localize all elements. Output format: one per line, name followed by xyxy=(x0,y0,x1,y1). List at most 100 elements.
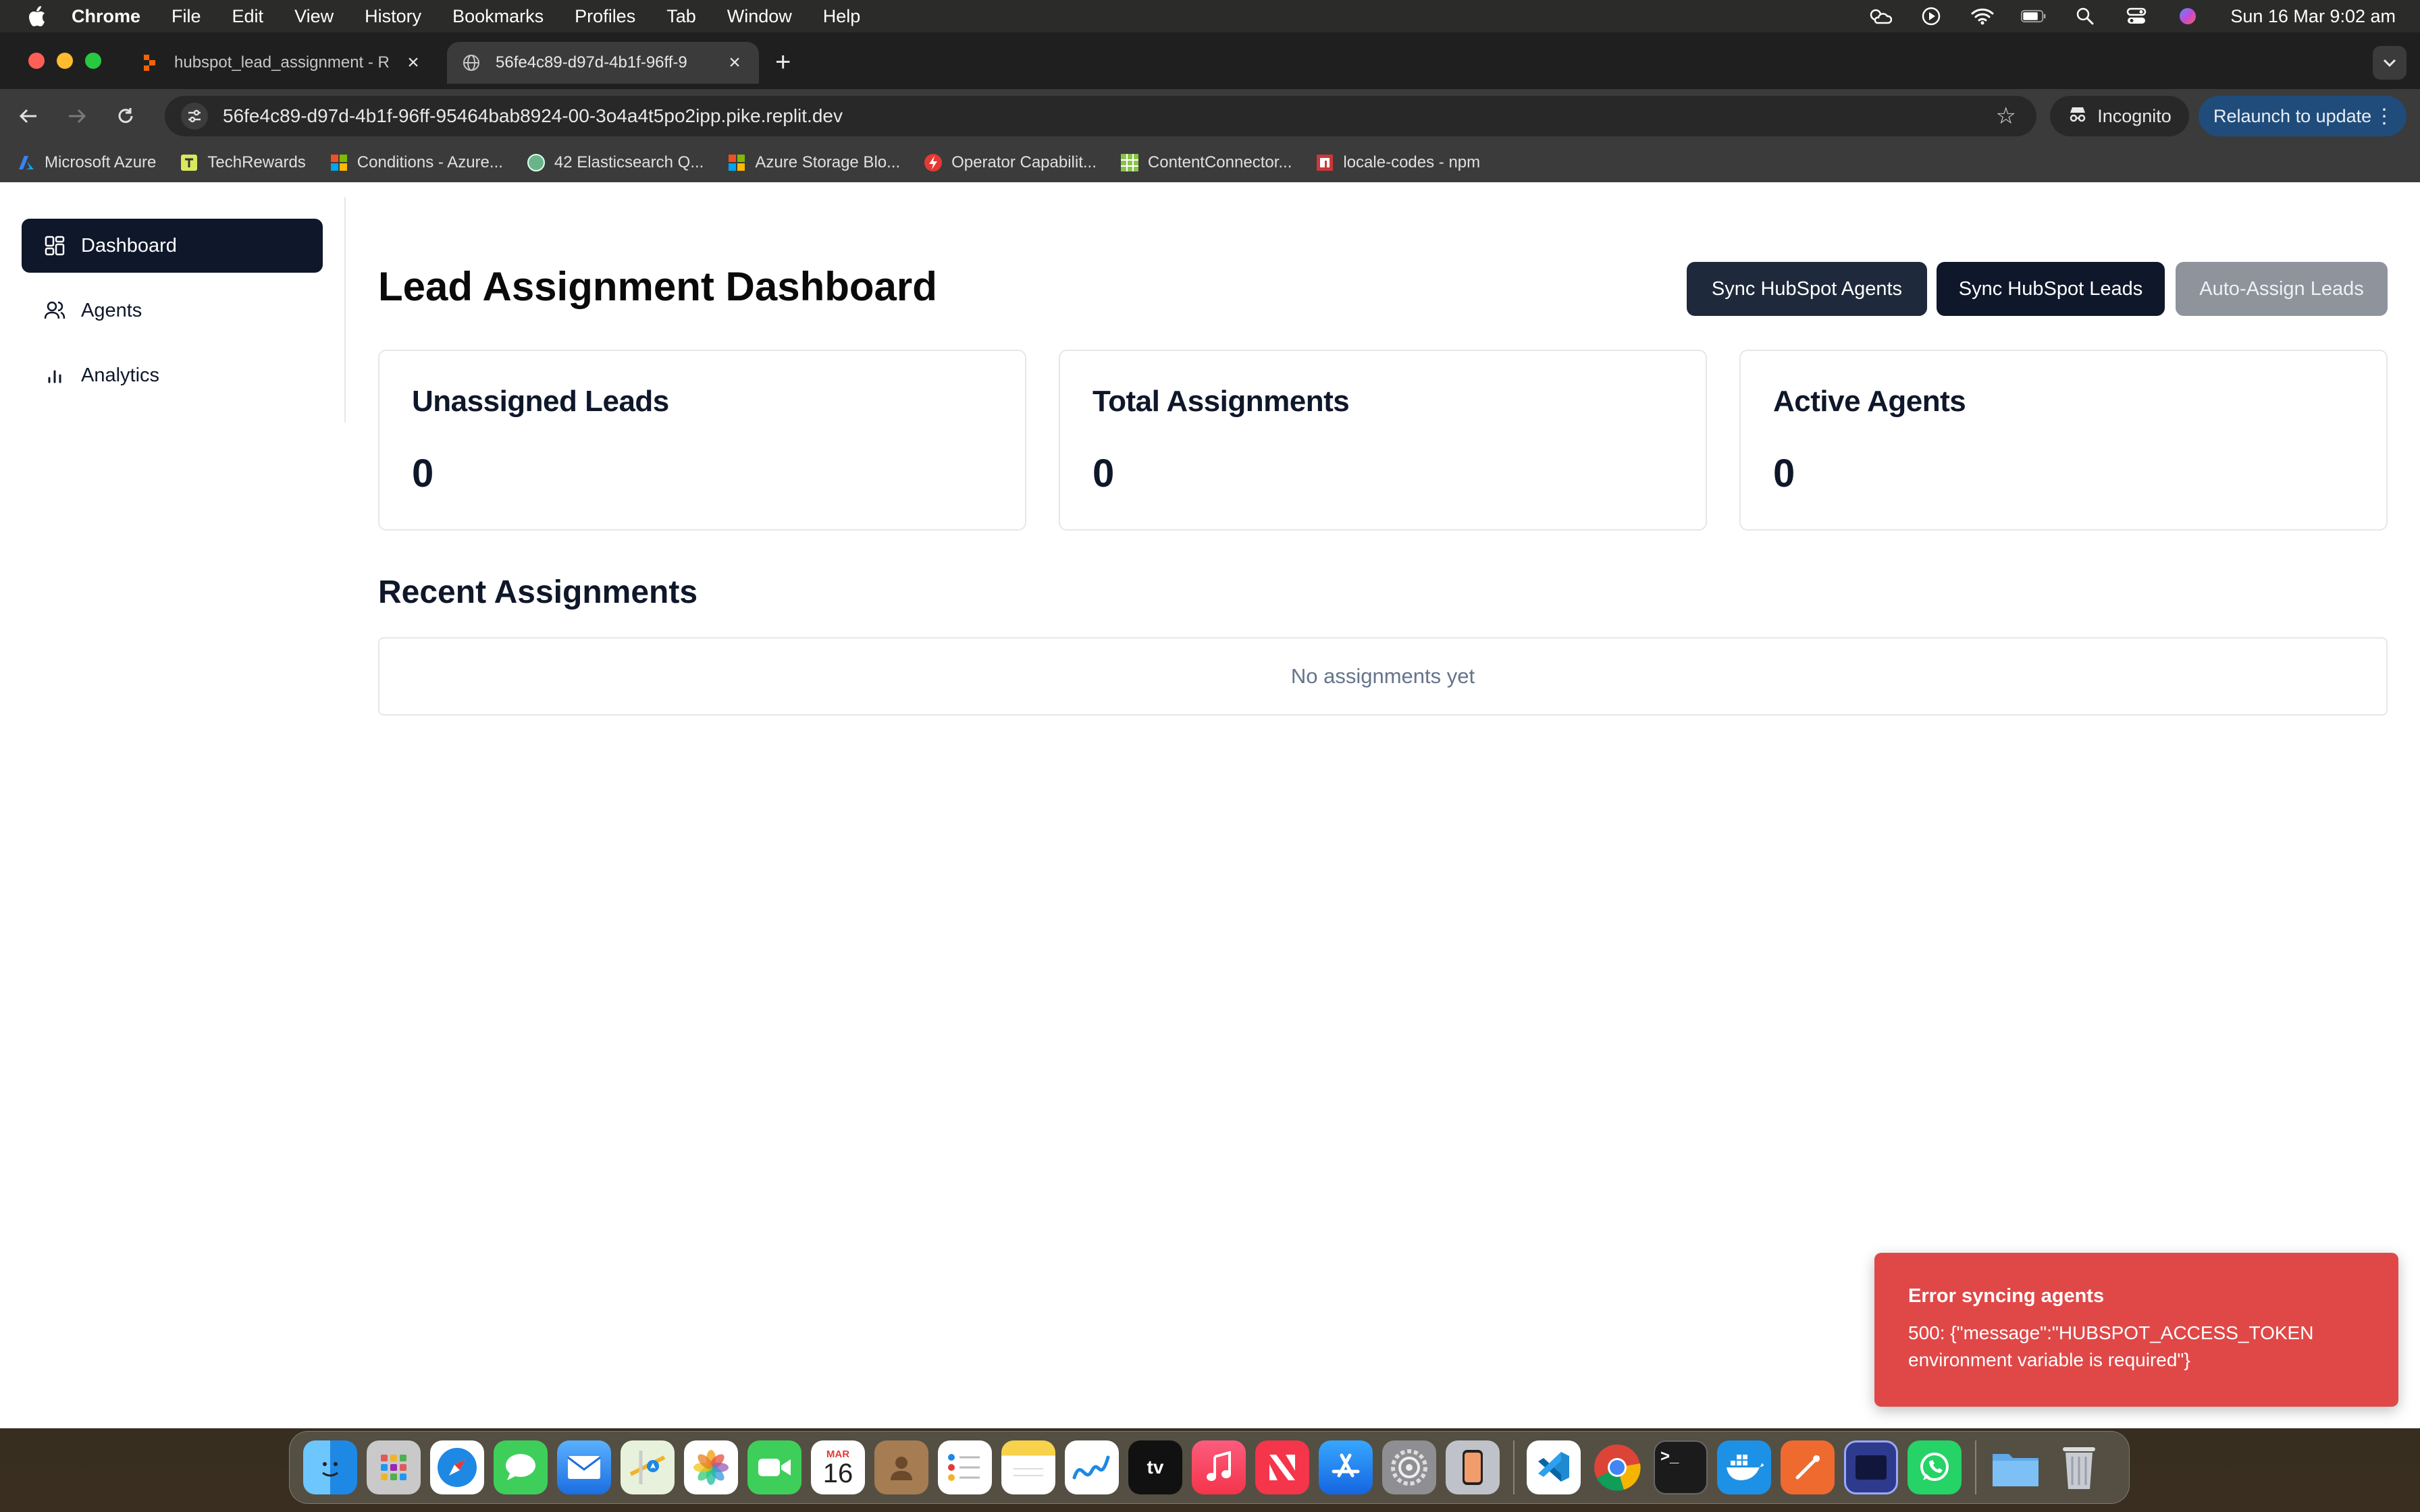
menu-history[interactable]: History xyxy=(365,6,421,27)
tab-hubspot-lead-assignment[interactable]: hubspot_lead_assignment - R × xyxy=(126,42,438,84)
menu-view[interactable]: View xyxy=(294,6,334,27)
play-icon[interactable] xyxy=(1918,7,1944,26)
bookmark-contentconnector[interactable]: ContentConnector... xyxy=(1120,153,1292,173)
battery-icon[interactable] xyxy=(2021,7,2047,26)
techrewards-icon xyxy=(179,153,199,173)
music-icon[interactable] xyxy=(1192,1440,1246,1494)
bookmark-techrewards[interactable]: TechRewards xyxy=(179,153,306,173)
reminders-icon[interactable] xyxy=(938,1440,992,1494)
spotlight-search-icon[interactable] xyxy=(2072,7,2098,26)
preview-icon[interactable] xyxy=(1844,1440,1898,1494)
stat-card-value: 0 xyxy=(412,452,434,495)
bookmark-microsoft-azure[interactable]: Microsoft Azure xyxy=(16,153,156,173)
menu-edit[interactable]: Edit xyxy=(232,6,264,27)
calendar-icon[interactable]: MAR 16 xyxy=(811,1440,865,1494)
dock-separator xyxy=(1513,1440,1515,1494)
globe-icon xyxy=(462,53,481,72)
error-toast[interactable]: Error syncing agents 500: {"message":"HU… xyxy=(1874,1253,2398,1407)
bookmark-azure-storage[interactable]: Azure Storage Blo... xyxy=(727,153,900,173)
bookmark-star-icon[interactable]: ☆ xyxy=(1996,103,2016,130)
back-arrow-icon[interactable] xyxy=(15,103,42,130)
relaunch-to-update-button[interactable]: Relaunch to update ⋮ xyxy=(2199,96,2406,136)
more-menu-icon[interactable]: ⋮ xyxy=(2374,105,2394,128)
relaunch-label: Relaunch to update xyxy=(2213,105,2372,126)
facetime-icon[interactable] xyxy=(747,1440,801,1494)
menu-profiles[interactable]: Profiles xyxy=(575,6,635,27)
apple-icon[interactable] xyxy=(27,5,47,27)
bar-chart-icon xyxy=(43,364,66,387)
close-tab-icon[interactable]: × xyxy=(725,51,744,74)
new-tab-icon[interactable]: + xyxy=(775,49,791,76)
iphone-mirroring-icon[interactable] xyxy=(1446,1440,1500,1494)
minimize-window-button[interactable] xyxy=(57,53,73,69)
sync-hubspot-leads-button[interactable]: Sync HubSpot Leads xyxy=(1937,262,2165,316)
notes-icon[interactable] xyxy=(1001,1440,1055,1494)
menu-help[interactable]: Help xyxy=(823,6,861,27)
site-settings-icon[interactable] xyxy=(181,103,208,130)
terminal-icon[interactable]: >_ xyxy=(1654,1440,1708,1494)
menu-window[interactable]: Window xyxy=(727,6,792,27)
grid-icon xyxy=(1120,153,1140,173)
empty-state-text: No assignments yet xyxy=(1290,664,1475,688)
app-store-icon[interactable] xyxy=(1319,1440,1373,1494)
apple-tv-icon[interactable]: tv xyxy=(1128,1440,1182,1494)
stat-card-title: Active Agents xyxy=(1773,385,1966,418)
vscode-icon[interactable] xyxy=(1527,1440,1581,1494)
control-center-icon[interactable] xyxy=(2124,7,2149,26)
chrome-icon[interactable] xyxy=(1590,1440,1644,1494)
bookmark-elasticsearch[interactable]: 42 Elasticsearch Q... xyxy=(526,153,704,173)
contacts-icon[interactable] xyxy=(874,1440,928,1494)
sync-hubspot-agents-button[interactable]: Sync HubSpot Agents xyxy=(1687,262,1927,316)
browser-toolbar: 56fe4c89-d97d-4b1f-96ff-95464bab8924-00-… xyxy=(0,89,2420,143)
close-tab-icon[interactable]: × xyxy=(404,51,423,74)
menu-bookmarks[interactable]: Bookmarks xyxy=(452,6,544,27)
weather-icon[interactable] xyxy=(1867,7,1893,26)
launchpad-icon[interactable] xyxy=(367,1440,421,1494)
menu-file[interactable]: File xyxy=(172,6,201,27)
sidebar-item-dashboard[interactable]: Dashboard xyxy=(22,219,323,273)
tab-replit-dev-active[interactable]: 56fe4c89-d97d-4b1f-96ff-9 × xyxy=(447,42,759,84)
auto-assign-leads-button[interactable]: Auto-Assign Leads xyxy=(2176,262,2388,316)
safari-icon[interactable] xyxy=(430,1440,484,1494)
freeform-icon[interactable] xyxy=(1065,1440,1119,1494)
incognito-indicator[interactable]: Incognito xyxy=(2050,96,2189,136)
news-icon[interactable] xyxy=(1255,1440,1309,1494)
zoom-window-button[interactable] xyxy=(85,53,101,69)
stat-card-total-assignments: Total Assignments 0 xyxy=(1059,350,1707,531)
tab-title: 56fe4c89-d97d-4b1f-96ff-9 xyxy=(496,53,687,72)
stat-card-unassigned-leads: Unassigned Leads 0 xyxy=(378,350,1026,531)
photos-icon[interactable] xyxy=(684,1440,738,1494)
calendar-day: 16 xyxy=(822,1458,853,1488)
messages-icon[interactable] xyxy=(494,1440,548,1494)
menubar-clock[interactable]: Sun 16 Mar 9:02 am xyxy=(2230,6,2396,27)
wifi-icon[interactable] xyxy=(1970,7,1995,26)
address-bar[interactable]: 56fe4c89-d97d-4b1f-96ff-95464bab8924-00-… xyxy=(165,96,2036,136)
sidebar-item-analytics[interactable]: Analytics xyxy=(22,348,323,402)
siri-icon[interactable] xyxy=(2175,7,2201,26)
maps-icon[interactable] xyxy=(621,1440,675,1494)
menu-tab[interactable]: Tab xyxy=(666,6,696,27)
stat-card-value: 0 xyxy=(1773,452,1795,495)
tab-title: hubspot_lead_assignment - R xyxy=(174,53,390,72)
docker-icon[interactable] xyxy=(1717,1440,1771,1494)
bookmark-label: locale-codes - npm xyxy=(1343,153,1481,171)
tab-search-chevron-icon[interactable] xyxy=(2373,46,2406,80)
sidebar-item-agents[interactable]: Agents xyxy=(22,284,323,338)
close-window-button[interactable] xyxy=(28,53,45,69)
postman-icon[interactable] xyxy=(1781,1440,1835,1494)
trash-icon[interactable] xyxy=(2052,1440,2106,1494)
bookmark-operator-capabilities[interactable]: Operator Capabilit... xyxy=(923,153,1097,173)
stat-card-active-agents: Active Agents 0 xyxy=(1739,350,2388,531)
finder-icon[interactable] xyxy=(303,1440,357,1494)
bookmark-locale-codes[interactable]: locale-codes - npm xyxy=(1315,153,1480,173)
system-settings-icon[interactable] xyxy=(1382,1440,1436,1494)
bookmarks-bar: Microsoft Azure TechRewards Conditions -… xyxy=(0,143,2420,182)
mail-icon[interactable] xyxy=(557,1440,611,1494)
forward-arrow-icon[interactable] xyxy=(63,103,90,130)
whatsapp-icon[interactable] xyxy=(1908,1440,1962,1494)
downloads-folder-icon[interactable] xyxy=(1989,1440,2043,1494)
bookmark-conditions-azure[interactable]: Conditions - Azure... xyxy=(329,153,503,173)
menu-app-name[interactable]: Chrome xyxy=(72,6,140,27)
url-text[interactable]: 56fe4c89-d97d-4b1f-96ff-95464bab8924-00-… xyxy=(223,105,843,127)
reload-icon[interactable] xyxy=(112,103,139,130)
